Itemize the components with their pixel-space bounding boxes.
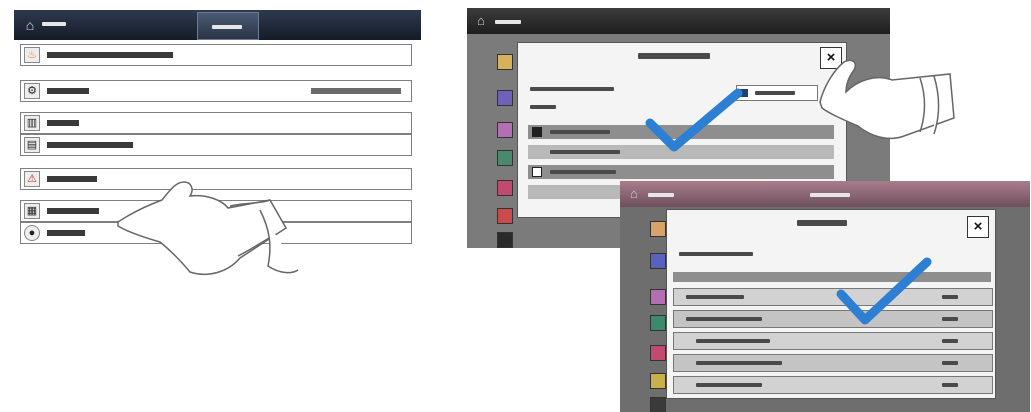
table-header xyxy=(673,272,991,282)
list-item-label xyxy=(47,142,133,148)
dialog-subtitle xyxy=(530,87,614,91)
tab-active[interactable] xyxy=(197,12,259,40)
app-icon[interactable] xyxy=(497,122,513,138)
dialog-title xyxy=(797,220,847,226)
list-item-label xyxy=(47,88,89,94)
list-item[interactable] xyxy=(673,354,993,372)
printer-icon: ▦ xyxy=(24,203,40,219)
list-item[interactable] xyxy=(673,288,993,306)
list-item-label xyxy=(47,208,99,214)
app-icon[interactable] xyxy=(497,208,513,224)
list-item[interactable] xyxy=(528,165,834,179)
dialog: × xyxy=(666,209,996,399)
confirm-screen-second: ⌂ × xyxy=(620,181,1030,412)
app-icon[interactable] xyxy=(650,373,666,389)
gear-icon: ⚙ xyxy=(24,83,40,99)
alert-icon: ⚠ xyxy=(24,171,40,187)
checkmark-icon xyxy=(836,257,932,325)
toner-icon: ● xyxy=(24,225,40,241)
app-icon[interactable] xyxy=(650,315,666,331)
hand-pointer-icon xyxy=(819,59,955,140)
list-item-label xyxy=(47,52,173,58)
app-icon[interactable] xyxy=(497,150,513,166)
dialog-subtitle xyxy=(679,252,753,256)
list-item[interactable]: ⚙ xyxy=(20,80,412,102)
app-icon[interactable] xyxy=(650,289,666,305)
list-item[interactable]: ♨ xyxy=(20,44,412,66)
list-item-value xyxy=(311,88,401,94)
list-item-label xyxy=(47,120,79,126)
close-button[interactable]: × xyxy=(967,216,989,238)
home-icon[interactable]: ⌂ xyxy=(22,17,38,33)
list-item[interactable] xyxy=(673,376,993,394)
app-icon[interactable] xyxy=(497,90,513,106)
app-bar: ⌂ xyxy=(467,8,890,34)
list-item[interactable] xyxy=(673,310,993,328)
home-icon[interactable]: ⌂ xyxy=(477,13,485,28)
document-icon: ▤ xyxy=(24,137,40,153)
app-icon[interactable] xyxy=(650,253,666,269)
list-item[interactable]: ▤ xyxy=(20,134,412,156)
list-item[interactable] xyxy=(673,332,993,350)
app-icon[interactable] xyxy=(650,345,666,361)
list-item[interactable]: ▥ xyxy=(20,112,412,134)
list-item-label xyxy=(47,176,97,182)
home-icon[interactable]: ⌂ xyxy=(630,186,638,201)
app-icon[interactable] xyxy=(650,221,666,237)
top-bar: ⌂ xyxy=(14,10,421,40)
home-label xyxy=(42,22,66,26)
app-icon[interactable] xyxy=(497,232,513,248)
flame-icon: ♨ xyxy=(24,47,40,63)
dialog-title xyxy=(638,53,710,59)
tray-icon: ▥ xyxy=(24,115,40,131)
app-bar: ⌂ xyxy=(620,181,1030,207)
list-item-label xyxy=(47,230,85,236)
app-icon[interactable] xyxy=(497,180,513,196)
checkmark-icon xyxy=(645,88,743,152)
app-icon[interactable] xyxy=(650,397,666,412)
hand-pointer-icon xyxy=(117,181,299,276)
app-icon[interactable] xyxy=(497,54,513,70)
